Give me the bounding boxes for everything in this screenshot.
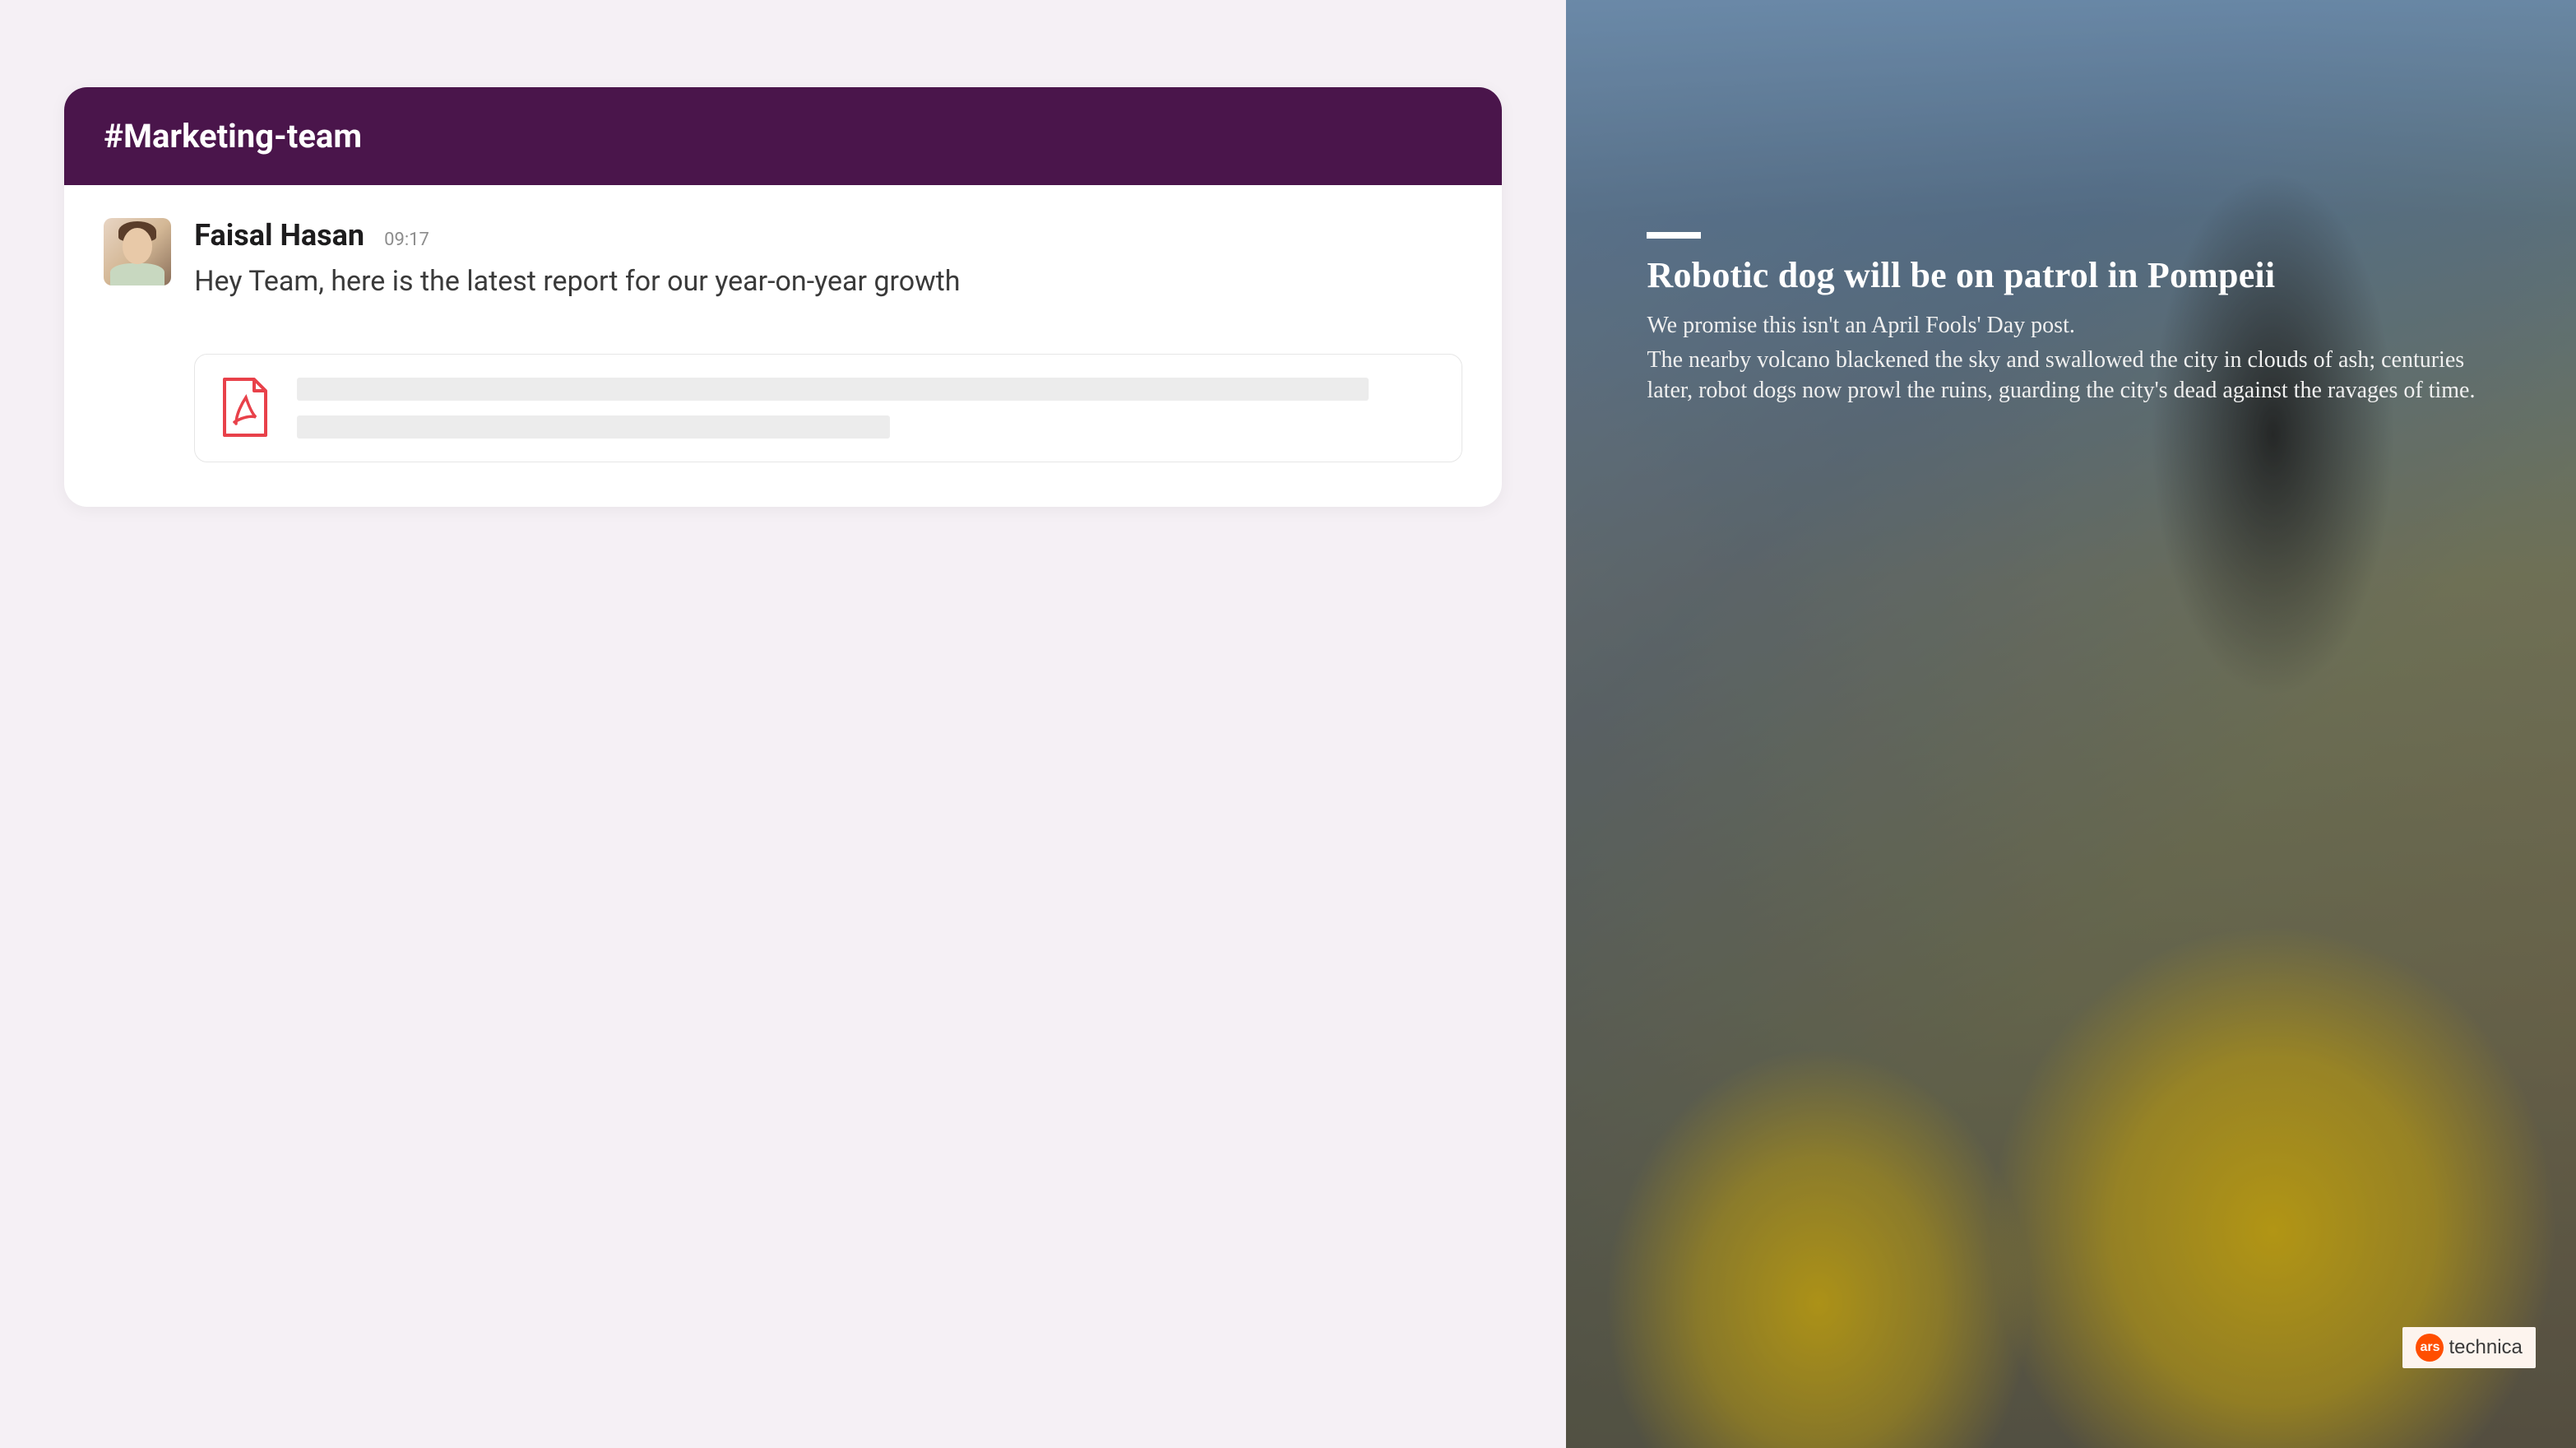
article-paragraph: The nearby volcano blackened the sky and… [1647,345,2515,407]
article-body: We promise this isn't an April Fools' Da… [1647,310,2515,406]
publisher-name: technica [2449,1336,2522,1359]
article-panel: Robotic dog will be on patrol in Pompeii… [1566,0,2576,1448]
article-content: Robotic dog will be on patrol in Pompeii… [1647,232,2515,411]
message-header: Faisal Hasan 09:17 [194,218,1462,253]
chat-channel-header[interactable]: #Marketing-team [64,87,1502,185]
skeleton-line [297,415,890,439]
message-content: Faisal Hasan 09:17 Hey Team, here is the… [194,218,1462,462]
avatar[interactable] [104,218,171,285]
article-lead: We promise this isn't an April Fools' Da… [1647,310,2515,341]
chat-body: Faisal Hasan 09:17 Hey Team, here is the… [64,185,1502,507]
publisher-badge[interactable]: ars technica [2402,1327,2535,1368]
publisher-logo-icon: ars [2416,1334,2444,1362]
author-name: Faisal Hasan [194,218,364,253]
attachment-placeholder-lines [297,378,1437,439]
file-attachment[interactable] [194,354,1462,462]
chat-message: Faisal Hasan 09:17 Hey Team, here is the… [104,218,1462,462]
message-timestamp: 09:17 [384,230,429,250]
left-panel: #Marketing-team Faisal Hasan 09:17 Hey T… [0,0,1566,1448]
channel-name: #Marketing-team [104,117,1462,155]
article-background-overlay [1566,0,2576,1448]
article-title: Robotic dog will be on patrol in Pompeii [1647,255,2515,295]
pdf-file-icon [220,378,271,439]
skeleton-line [297,378,1369,401]
chat-card: #Marketing-team Faisal Hasan 09:17 Hey T… [64,87,1502,507]
accent-bar [1647,232,1701,239]
message-text: Hey Team, here is the latest report for … [194,262,1310,301]
